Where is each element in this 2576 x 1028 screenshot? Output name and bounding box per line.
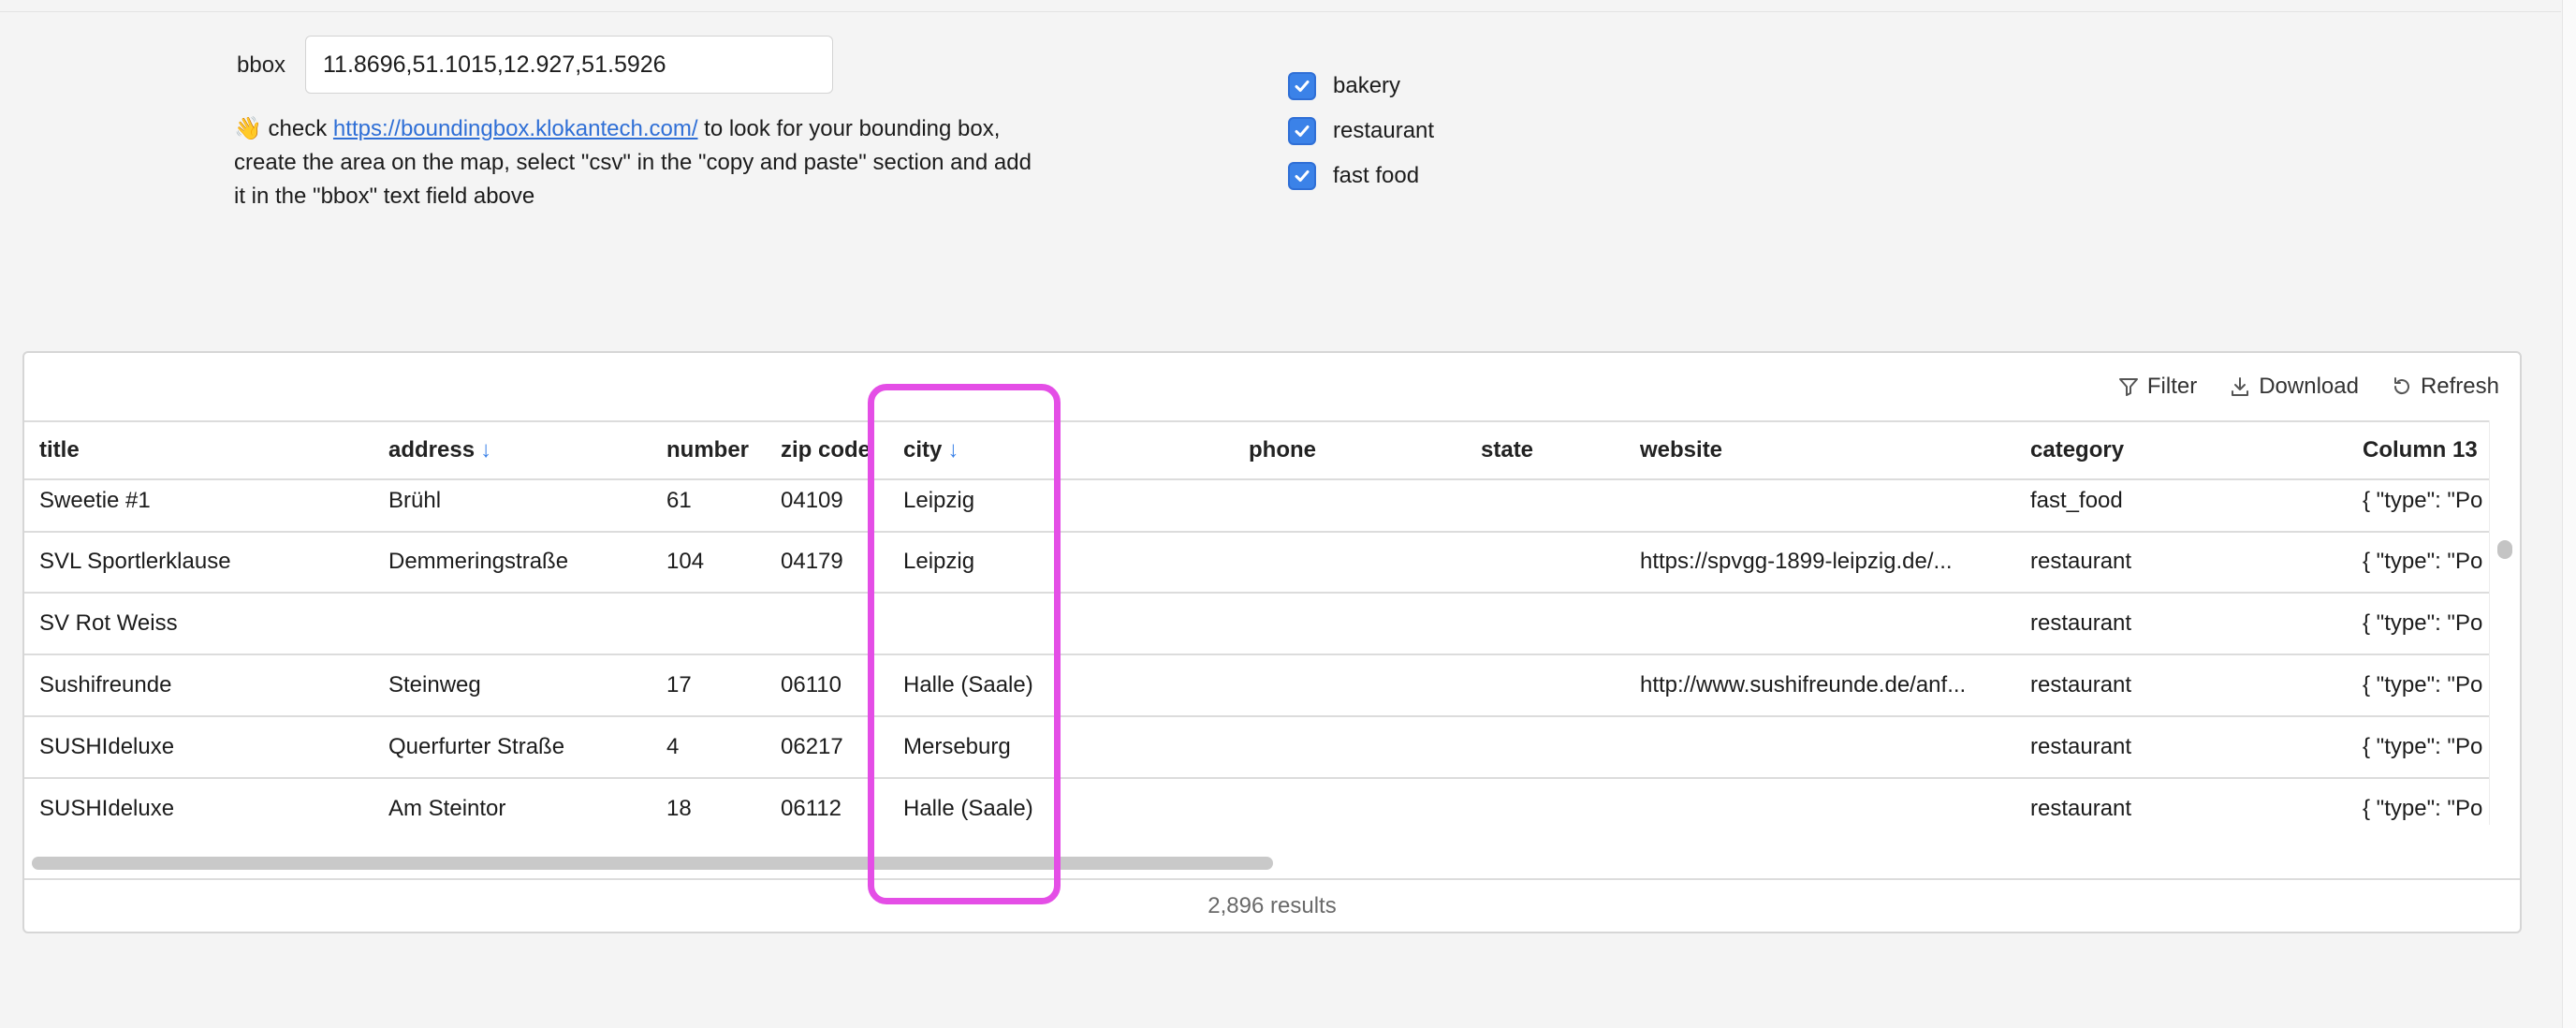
cell-address: Brühl [388,488,442,513]
cell-title: SUSHIdeluxe [39,796,175,821]
table-row[interactable]: SUSHIdeluxe Am Steintor 18 06112 Halle (Saal… [24,779,2494,827]
checkbox-bakery[interactable]: bakery [1288,64,1434,109]
cell-category: restaurant [2030,734,2132,759]
cell-title: SV Rot Weiss [39,610,178,636]
checkbox-label: bakery [1333,73,1401,98]
column-header-zip-code[interactable]: zip code [781,422,871,478]
cell-number: 4 [666,734,680,759]
column-header-title[interactable]: title [39,422,80,478]
refresh-button[interactable]: Refresh [2391,374,2499,400]
cell-column-13: { "type": "Po [2363,488,2483,513]
cell-website: https://spvgg-1899-leipzig.de/... [1640,549,1953,574]
bbox-label: bbox [237,52,286,78]
cell-column-13: { "type": "Po [2363,796,2483,821]
cell-category: fast_food [2030,488,2123,513]
download-icon [2232,377,2249,396]
cell-address: Am Steintor [388,796,506,821]
cell-zip-code: 06217 [781,734,843,759]
horizontal-scrollbar-thumb[interactable] [32,857,1273,870]
checkbox-checked-icon[interactable] [1288,162,1316,190]
vertical-scrollbar-thumb[interactable] [2497,540,2512,559]
page-scrollbar[interactable] [2562,0,2576,1028]
checkbox-checked-icon[interactable] [1288,72,1316,100]
cell-city: Halle (Saale) [903,672,1033,698]
column-header-state[interactable]: state [1481,422,1533,478]
cell-column-13: { "type": "Po [2363,672,2483,698]
cell-city: Leipzig [903,488,975,513]
cell-city: Merseburg [903,734,1011,759]
cell-category: restaurant [2030,672,2132,698]
cell-column-13: { "type": "Po [2363,549,2483,574]
cell-title: Sweetie #1 [39,488,151,513]
cell-title: SVL Sportlerklause [39,549,231,574]
sort-descending-icon[interactable]: ↓ [480,437,491,463]
column-header-city[interactable]: city ↓ [903,422,959,478]
cell-number: 104 [666,549,705,574]
cell-number: 18 [666,796,692,821]
table-header: title address ↓ number zip code city ↓ phone sta… [24,420,2494,480]
cell-category: restaurant [2030,549,2132,574]
cell-website: http://www.sushifreunde.de/anf... [1640,672,1967,698]
cell-address: Demmeringstraße [388,549,569,574]
table-row[interactable]: Sushifreunde Steinweg 17 06110 Halle (Saale)… [24,655,2494,717]
cell-column-13: { "type": "Po [2363,610,2483,636]
cell-zip-code: 04179 [781,549,843,574]
bbox-input[interactable] [305,36,833,94]
cell-city: Halle (Saale) [903,796,1033,821]
horizontal-scrollbar[interactable] [24,851,2494,874]
checkbox-checked-icon[interactable] [1288,117,1316,145]
results-count: 2,896 results [24,878,2520,932]
help-text: 👋 check https://boundingbox.klokantech.c… [234,116,1032,209]
filter-button[interactable]: Filter [2117,374,2197,400]
column-header-website[interactable]: website [1640,422,1722,478]
column-header-category[interactable]: category [2030,422,2124,478]
sort-descending-icon[interactable]: ↓ [947,437,959,463]
table-row[interactable]: SUSHIdeluxe Querfurter Straße 4 06217 Merseb… [24,717,2494,779]
table-toolbar: Filter Download Refresh [2117,374,2499,400]
column-header-phone[interactable]: phone [1249,422,1316,478]
table-row[interactable]: SV Rot Weiss restaurant { "type": "Po [24,594,2494,655]
table-row[interactable]: SVL Sportlerklause Demmeringstraße 104 0417… [24,532,2494,594]
category-filters: bakery restaurant fast food [1288,64,1434,198]
filter-icon [2118,378,2138,396]
download-button[interactable]: Download [2229,374,2359,400]
checkbox-restaurant[interactable]: restaurant [1288,109,1434,154]
column-header-column-13[interactable]: Column 13 [2363,422,2478,478]
results-table-card: Filter Download Refresh title address ↓ num… [22,351,2522,933]
cell-zip-code: 04109 [781,488,843,513]
cell-number: 17 [666,672,692,698]
cell-address: Steinweg [388,672,481,698]
vertical-scrollbar[interactable] [2489,420,2520,825]
cell-category: restaurant [2030,610,2132,636]
cell-address: Querfurter Straße [388,734,565,759]
refresh-icon [2393,377,2409,395]
checkbox-fast-food[interactable]: fast food [1288,154,1434,198]
column-header-number[interactable]: number [666,422,749,478]
column-header-address[interactable]: address ↓ [388,422,491,478]
checkbox-label: restaurant [1333,118,1435,143]
cell-zip-code: 06110 [781,672,842,698]
table-row[interactable]: Sweetie #1 Brühl 61 04109 Leipzig fast_food { … [24,480,2494,533]
cell-city: Leipzig [903,549,975,574]
cell-number: 61 [666,488,692,513]
bounding-box-link[interactable]: https://boundingbox.klokantech.com/ [333,116,698,141]
checkbox-label: fast food [1333,163,1420,188]
table-body: Sweetie #1 Brühl 61 04109 Leipzig fast_food { … [24,480,2494,827]
top-bar [0,0,2561,12]
cell-category: restaurant [2030,796,2132,821]
cell-title: SUSHIdeluxe [39,734,175,759]
cell-zip-code: 06112 [781,796,842,821]
cell-title: Sushifreunde [39,672,172,698]
wave-emoji: 👋 [234,116,262,141]
cell-column-13: { "type": "Po [2363,734,2483,759]
